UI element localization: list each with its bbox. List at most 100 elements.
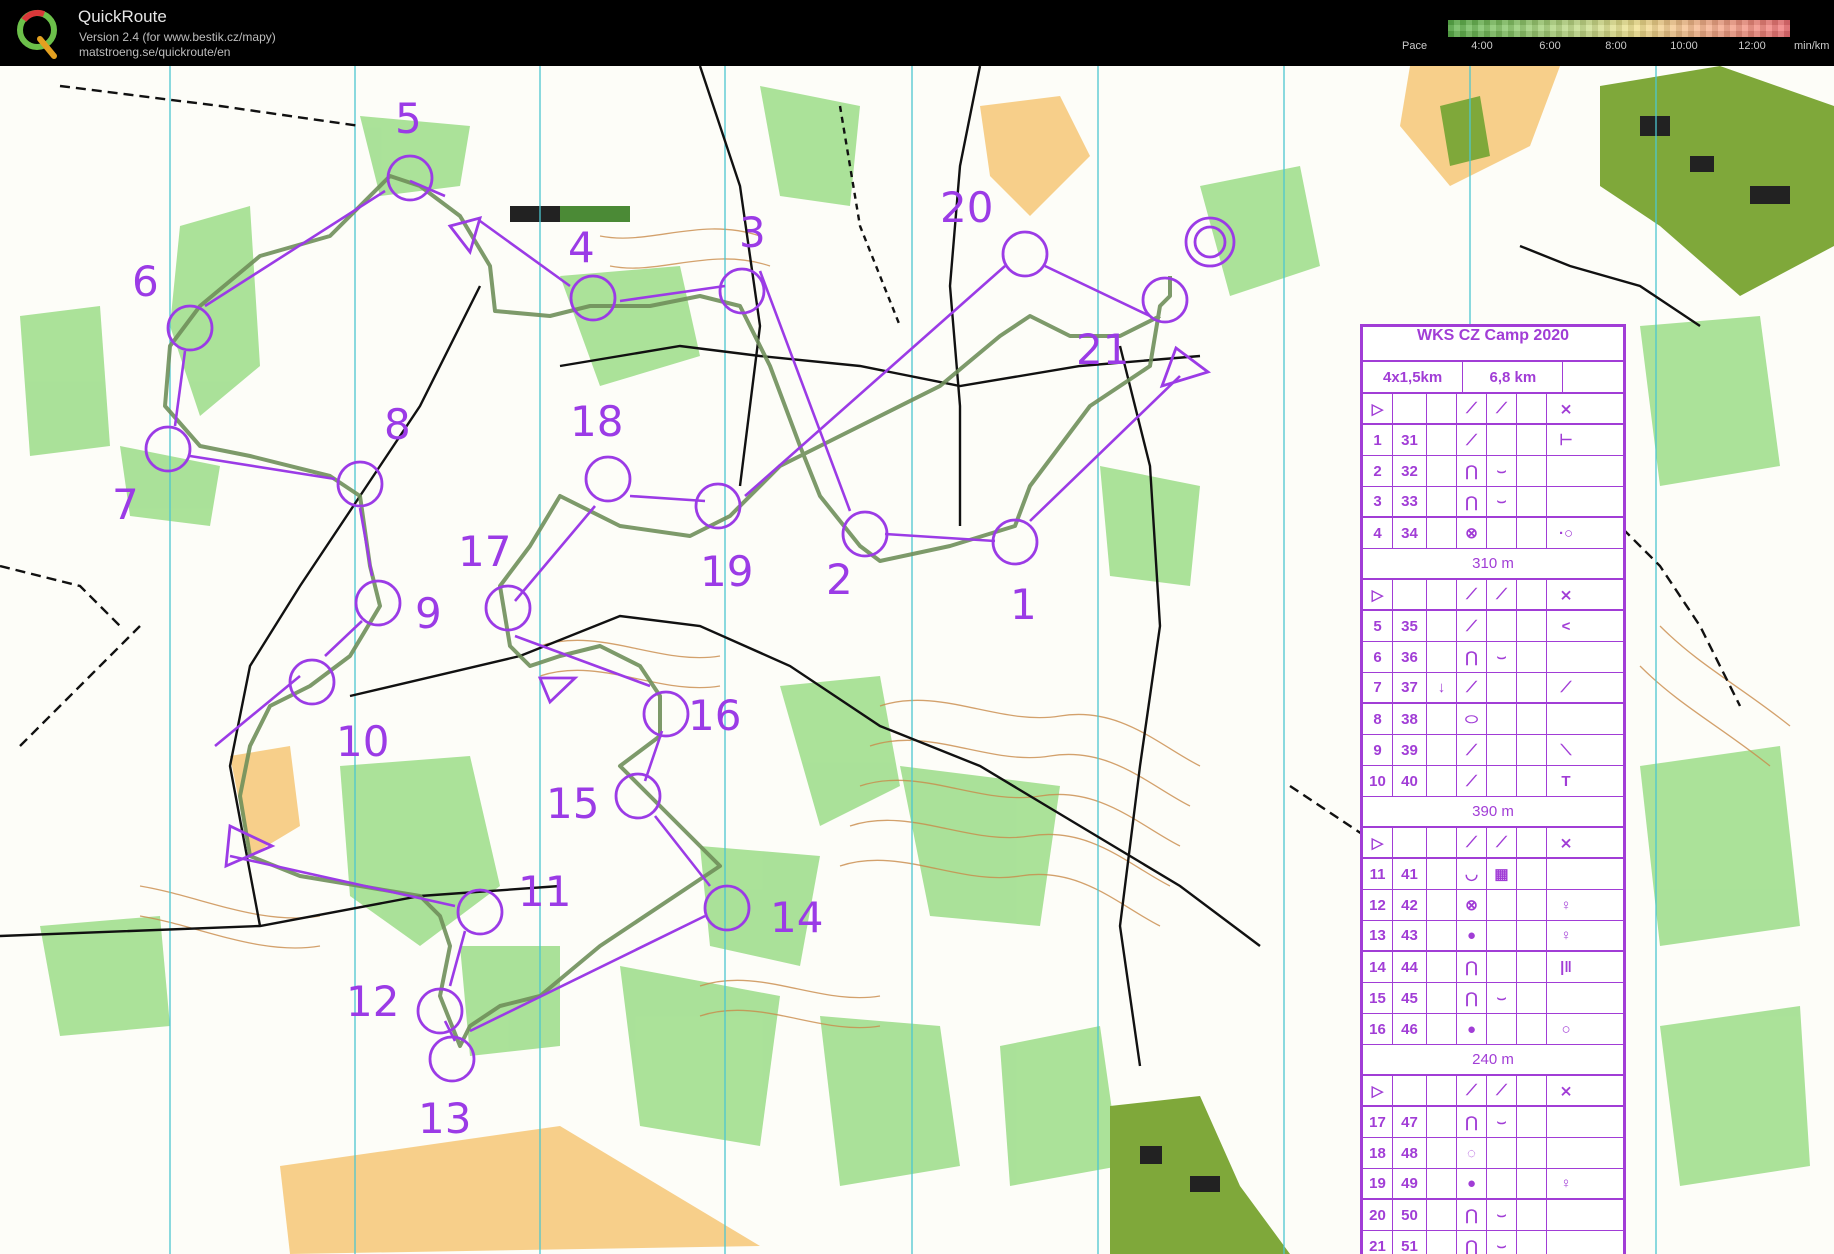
control-number-8: 8	[384, 400, 411, 449]
which-feature-cell	[1427, 487, 1457, 516]
feature-cell: ⟋	[1457, 611, 1487, 641]
control-row: 8 38 ⬭	[1363, 704, 1623, 735]
course-length: 6,8 km	[1463, 362, 1564, 392]
start-cell	[1393, 580, 1427, 609]
which-feature-cell	[1427, 1169, 1457, 1198]
control-number-cell: 6	[1363, 642, 1393, 672]
control-number-20: 20	[940, 183, 993, 232]
control-number-cell: 19	[1363, 1169, 1393, 1198]
pace-legend: Pace 4:00 6:00 8:00 10:00 12:00 min/km	[1380, 16, 1834, 60]
feature-cell: ⊗	[1457, 890, 1487, 920]
control-number-cell: 17	[1363, 1107, 1393, 1137]
location-cell: |‖	[1560, 958, 1572, 976]
app-version: Version 2.4 (for www.bestik.cz/mapy)	[79, 30, 276, 44]
control-code-cell: 33	[1393, 487, 1427, 516]
taped-route-row: 310 m	[1363, 549, 1623, 580]
pace-tick: 12:00	[1738, 40, 1766, 52]
feature-cell: ⟋	[1457, 425, 1487, 455]
control-number-12: 12	[346, 977, 399, 1026]
location-cell: ⟋	[1560, 679, 1572, 696]
start-row: ▷ ⟋ ⟋ ⨯	[1363, 1076, 1623, 1107]
location-cell	[1547, 704, 1585, 734]
orienteering-map[interactable]: 1 2 3 4 5 6 7 8 9 10 11 12 13 14 15 16 1…	[0, 66, 1834, 1254]
start-cell	[1517, 394, 1547, 423]
control-number-4: 4	[568, 223, 595, 272]
dimension-cell	[1517, 1014, 1547, 1044]
start-cell	[1393, 394, 1427, 423]
control-code-cell: 32	[1393, 456, 1427, 486]
start-cell: ⟋	[1457, 1076, 1487, 1105]
control-row: 11 41 ◡ ▦	[1363, 859, 1623, 890]
control-row: 13 43 ● ♀	[1363, 921, 1623, 952]
location-cell	[1547, 487, 1585, 516]
control-code-cell: 43	[1393, 921, 1427, 950]
control-row: 19 49 ● ♀	[1363, 1169, 1623, 1200]
start-cell	[1517, 580, 1547, 609]
feature-cell: ⋂	[1457, 1107, 1487, 1137]
control-number-cell: 20	[1363, 1200, 1393, 1230]
pace-tick: 6:00	[1539, 40, 1561, 52]
control-number-cell: 7	[1363, 673, 1393, 702]
start-cell	[1517, 1076, 1547, 1105]
control-number-cell: 8	[1363, 704, 1393, 734]
location-cell: T	[1561, 772, 1571, 790]
location-cell	[1547, 642, 1585, 672]
feature-cell: ⋂	[1457, 1200, 1487, 1230]
appearance-cell	[1487, 1169, 1517, 1198]
control-number-9: 9	[415, 589, 442, 638]
feature-cell: ⬭	[1457, 704, 1487, 734]
appearance-cell	[1487, 921, 1517, 950]
appearance-cell	[1487, 766, 1517, 796]
location-cell: ♀	[1560, 927, 1572, 944]
dimension-cell	[1517, 735, 1547, 765]
start-cell: ⟋	[1457, 394, 1487, 423]
control-code-cell: 51	[1393, 1231, 1427, 1254]
control-row: 5 35 ⟋ <	[1363, 611, 1623, 642]
dimension-cell	[1517, 1138, 1547, 1168]
pace-unit: min/km	[1794, 40, 1830, 52]
location-cell	[1547, 1138, 1585, 1168]
dimension-cell	[1517, 921, 1547, 950]
dimension-cell	[1517, 642, 1547, 672]
taped-route-distance: 310 m	[1472, 555, 1514, 572]
start-cell: ⟋	[1487, 828, 1517, 857]
control-code-cell: 50	[1393, 1200, 1427, 1230]
control-number-17: 17	[458, 527, 511, 576]
control-number-cell: 3	[1363, 487, 1393, 516]
which-feature-cell	[1427, 1200, 1457, 1230]
control-number-7: 7	[112, 480, 139, 529]
which-feature-cell	[1427, 983, 1457, 1013]
which-feature-cell	[1427, 890, 1457, 920]
dimension-cell	[1517, 766, 1547, 796]
which-feature-cell	[1427, 456, 1457, 486]
control-number-21: 21	[1076, 325, 1129, 374]
start-cell: ▷	[1363, 394, 1393, 423]
control-code-cell: 42	[1393, 890, 1427, 920]
appearance-cell	[1487, 1014, 1517, 1044]
start-cell: ⨯	[1559, 400, 1573, 418]
taped-route-row: 390 m	[1363, 797, 1623, 828]
control-row: 9 39 ⟋ ⟍	[1363, 735, 1623, 766]
start-cell: ⟋	[1487, 1076, 1517, 1105]
control-number-cell: 21	[1363, 1231, 1393, 1254]
feature-cell: ⟋	[1457, 735, 1487, 765]
appearance-cell	[1487, 1138, 1517, 1168]
location-cell: ⟍	[1560, 741, 1572, 759]
feature-cell: ◡	[1457, 859, 1487, 889]
start-cell: ⟋	[1457, 580, 1487, 609]
location-cell	[1547, 456, 1585, 486]
feature-cell: ⟋	[1457, 766, 1487, 796]
start-row: ▷ ⟋ ⟋ ⨯	[1363, 394, 1623, 425]
dimension-cell	[1517, 952, 1547, 982]
start-row: ▷ ⟋ ⟋ ⨯	[1363, 580, 1623, 611]
control-row: 6 36 ⋂ ⌣	[1363, 642, 1623, 673]
description-rows: ▷ ⟋ ⟋ ⨯ 1 31 ⟋ ⊢ 2 32 ⋂ ⌣ 3 33 ⋂ ⌣ 4 34 ⊗ ·○ 310 m ▷ ⟋ ⟋ ⨯ 5 35 ⟋ <6…	[1363, 394, 1623, 1254]
control-code-cell: 45	[1393, 983, 1427, 1013]
appearance-cell	[1487, 611, 1517, 641]
pace-color-scale	[1448, 20, 1790, 37]
control-number-cell: 11	[1363, 859, 1393, 889]
control-number-15: 15	[546, 779, 599, 828]
dimension-cell	[1517, 611, 1547, 641]
control-number-3: 3	[739, 208, 766, 257]
pace-tick: 8:00	[1605, 40, 1627, 52]
